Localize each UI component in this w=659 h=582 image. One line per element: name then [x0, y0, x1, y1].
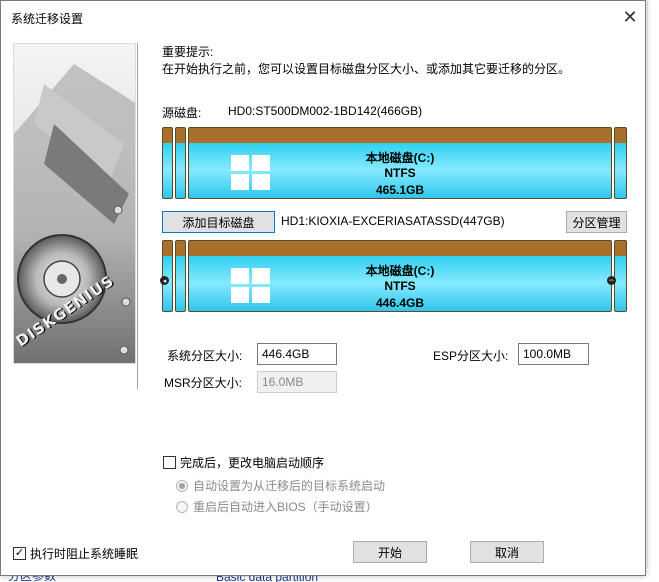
notice-title: 重要提示:	[162, 45, 214, 59]
radio-dot	[176, 479, 188, 492]
change-boot-order-label: 完成后，更改电脑启动顺序	[180, 456, 325, 470]
source-partition-small-2[interactable]	[175, 127, 186, 199]
target-partition-tail[interactable]	[614, 240, 627, 312]
radio-enter-bios-label: 重启后自动进入BIOS（手动设置）	[193, 500, 378, 514]
target-partition-size: 446.4GB	[375, 296, 425, 310]
source-partition-small-1[interactable]	[162, 127, 173, 199]
radio-auto-boot: 自动设置为从迁移后的目标系统启动	[176, 477, 385, 494]
source-partition-name: 本地磁盘(C:)	[365, 151, 435, 165]
msr-size-label: MSR分区大小:	[164, 376, 243, 390]
prevent-sleep-label: 执行时阻止系统睡眠	[30, 547, 139, 561]
target-disk-value: HD1:KIOXIA-EXCERIASATASSD(447GB)	[281, 214, 505, 228]
source-partition-size: 465.1GB	[375, 183, 425, 197]
cancel-button[interactable]: 取消	[470, 541, 544, 563]
msr-size-input: 16.0MB	[257, 371, 337, 393]
esp-size-input[interactable]: 100.0MB	[518, 343, 589, 365]
radio-auto-boot-label: 自动设置为从迁移后的目标系统启动	[193, 479, 386, 493]
dialog-titlebar: 系统迁移设置 ✕	[1, 1, 645, 33]
hard-disk-illustration	[14, 64, 135, 363]
source-disk-label: 源磁盘:	[162, 106, 202, 120]
sidebar-divider	[137, 43, 138, 389]
target-partition-fs: NTFS	[384, 279, 416, 293]
dialog-title: 系统迁移设置	[11, 12, 84, 26]
source-disk-map: 本地磁盘(C:) NTFS 465.1GB	[162, 127, 627, 199]
source-disk-value: HD0:ST500DM002-1BD142(466GB)	[228, 104, 423, 118]
target-partition-small-2[interactable]	[175, 240, 186, 312]
close-icon[interactable]: ✕	[615, 1, 645, 33]
hard-disk-artwork: DISKGENIUS	[13, 43, 136, 364]
notice-text: 在开始执行之前，您可以设置目标磁盘分区大小、或添加其它要迁移的分区。	[162, 62, 571, 76]
add-target-disk-button[interactable]: 添加目标磁盘	[162, 211, 275, 233]
resize-handle-left-icon[interactable]: ◂	[160, 276, 169, 285]
system-migration-dialog: 系统迁移设置 ✕ DISKGENIUS 重要提示: 在开始执行之前，您可以设置目…	[0, 0, 646, 576]
checkmark-icon[interactable]: ✓	[13, 547, 26, 560]
partition-manage-button[interactable]: 分区管理	[566, 211, 627, 233]
target-partition-name: 本地磁盘(C:)	[365, 264, 435, 278]
checkbox-box[interactable]	[163, 456, 176, 469]
esp-size-label: ESP分区大小:	[433, 349, 509, 363]
system-size-input[interactable]: 446.4GB	[257, 343, 337, 365]
source-partition-tail[interactable]	[614, 127, 627, 199]
radio-enter-bios: 重启后自动进入BIOS（手动设置）	[176, 498, 378, 515]
change-boot-order-checkbox[interactable]: 完成后，更改电脑启动顺序	[163, 454, 324, 471]
source-partition-fs: NTFS	[384, 166, 416, 180]
background-right-edge	[647, 0, 659, 582]
target-disk-map: ◂ ⇔ 本地磁盘(C:) NTFS 446.4GB	[160, 240, 627, 312]
system-size-label: 系统分区大小:	[167, 349, 243, 363]
prevent-sleep-checkbox[interactable]: ✓ 执行时阻止系统睡眠	[13, 545, 138, 562]
radio-dot	[176, 500, 188, 513]
start-button[interactable]: 开始	[353, 541, 427, 563]
